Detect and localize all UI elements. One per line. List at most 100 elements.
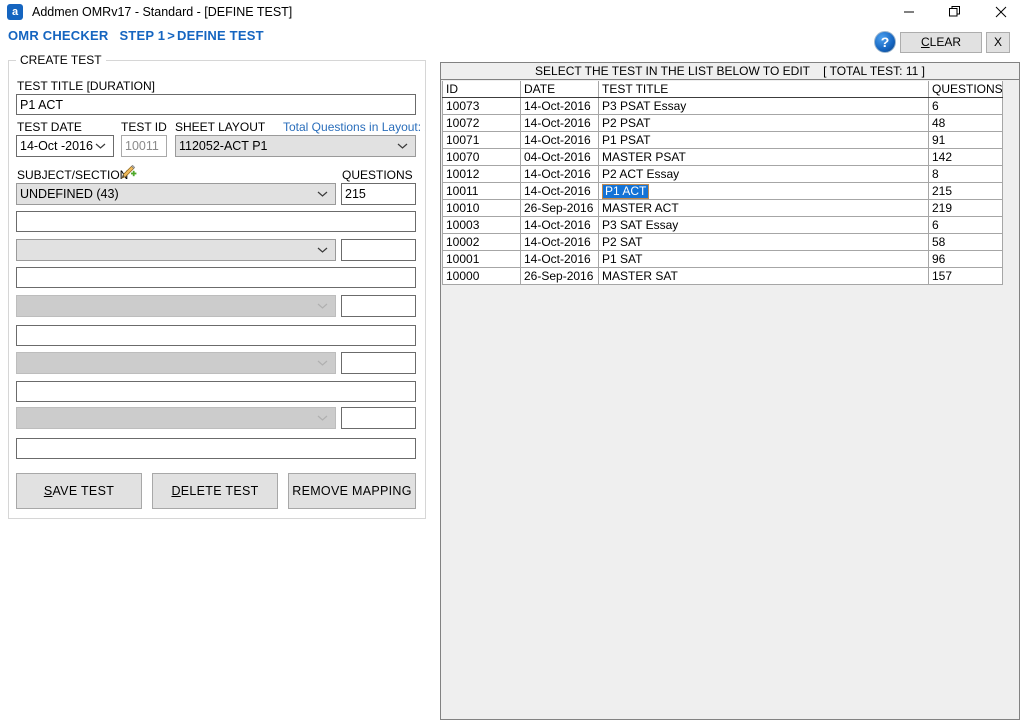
- test-list-table: ID DATE TEST TITLE QUESTIONS 10073 14-Oct…: [442, 81, 1003, 285]
- questions-input-1[interactable]: [341, 183, 416, 205]
- clear-button[interactable]: CLEAR: [900, 32, 982, 53]
- cell-test-title[interactable]: P2 PSAT: [598, 114, 929, 132]
- cell-date[interactable]: 14-Oct-2016: [520, 165, 599, 183]
- cell-questions[interactable]: 6: [928, 216, 1003, 234]
- cell-questions[interactable]: 91: [928, 131, 1003, 149]
- cell-test-title[interactable]: P3 SAT Essay: [598, 216, 929, 234]
- cell-test-title[interactable]: P1 ACT: [598, 182, 929, 200]
- table-row[interactable]: 10003 14-Oct-2016 P3 SAT Essay 6: [442, 216, 1003, 234]
- cell-date[interactable]: 14-Oct-2016: [520, 216, 599, 234]
- questions-input-5[interactable]: [341, 407, 416, 429]
- cell-questions[interactable]: 157: [928, 267, 1003, 285]
- help-icon[interactable]: ?: [874, 31, 896, 53]
- cell-id[interactable]: 10071: [442, 131, 521, 149]
- column-header-id[interactable]: ID: [442, 81, 521, 98]
- test-list-scroll-area[interactable]: ID DATE TEST TITLE QUESTIONS 10073 14-Oct…: [441, 80, 1019, 719]
- cell-id[interactable]: 10073: [442, 97, 521, 115]
- table-row[interactable]: 10070 04-Oct-2016 MASTER PSAT 142: [442, 148, 1003, 166]
- cell-date[interactable]: 26-Sep-2016: [520, 267, 599, 285]
- section-text-input-1[interactable]: [16, 211, 416, 232]
- test-list-panel: SELECT THE TEST IN THE LIST BELOW TO EDI…: [440, 62, 1020, 720]
- column-header-test-title[interactable]: TEST TITLE: [598, 81, 929, 98]
- cell-date[interactable]: 04-Oct-2016: [520, 148, 599, 166]
- table-row[interactable]: 10071 14-Oct-2016 P1 PSAT 91: [442, 131, 1003, 149]
- cell-questions[interactable]: 58: [928, 233, 1003, 251]
- cell-date[interactable]: 14-Oct-2016: [520, 182, 599, 200]
- cell-test-title[interactable]: MASTER ACT: [598, 199, 929, 217]
- sheet-layout-label: SHEET LAYOUT: [175, 120, 266, 134]
- cell-test-title[interactable]: MASTER PSAT: [598, 148, 929, 166]
- cell-id[interactable]: 10002: [442, 233, 521, 251]
- close-button[interactable]: [978, 0, 1024, 24]
- clear-button-mnemonic: C: [920, 35, 930, 49]
- breadcrumb-step1[interactable]: STEP 1: [119, 28, 165, 43]
- cell-questions[interactable]: 142: [928, 148, 1003, 166]
- pencil-add-icon[interactable]: [121, 164, 137, 179]
- cell-test-title[interactable]: P2 ACT Essay: [598, 165, 929, 183]
- window-title-bar: a Addmen OMRv17 - Standard - [DEFINE TES…: [0, 0, 1024, 24]
- cell-id[interactable]: 10011: [442, 182, 521, 200]
- remove-mapping-button[interactable]: REMOVE MAPPING: [288, 473, 416, 509]
- section-text-input-3[interactable]: [16, 325, 416, 346]
- subject-section-dropdown-2[interactable]: [16, 239, 336, 261]
- cell-date[interactable]: 14-Oct-2016: [520, 131, 599, 149]
- column-header-questions[interactable]: QUESTIONS: [928, 81, 1003, 98]
- cell-test-title[interactable]: P2 SAT: [598, 233, 929, 251]
- table-row[interactable]: 10011 14-Oct-2016 P1 ACT 215: [442, 182, 1003, 200]
- chevron-down-icon: [95, 143, 106, 150]
- section-text-input-2[interactable]: [16, 267, 416, 288]
- test-date-dropdown[interactable]: 14-Oct -2016: [16, 135, 114, 157]
- cell-questions[interactable]: 215: [928, 182, 1003, 200]
- save-test-button[interactable]: SAVE TEST: [16, 473, 142, 509]
- subject-section-dropdown-4: [16, 352, 336, 374]
- delete-test-button[interactable]: DELETE TEST: [152, 473, 278, 509]
- cell-questions[interactable]: 219: [928, 199, 1003, 217]
- cell-questions[interactable]: 96: [928, 250, 1003, 268]
- section-text-input-4[interactable]: [16, 381, 416, 402]
- cell-date[interactable]: 14-Oct-2016: [520, 114, 599, 132]
- questions-input-3[interactable]: [341, 295, 416, 317]
- cell-date[interactable]: 14-Oct-2016: [520, 250, 599, 268]
- table-row[interactable]: 10002 14-Oct-2016 P2 SAT 58: [442, 233, 1003, 251]
- cell-questions[interactable]: 6: [928, 97, 1003, 115]
- breadcrumb-omr-checker[interactable]: OMR CHECKER: [8, 28, 108, 43]
- cell-id[interactable]: 10010: [442, 199, 521, 217]
- cell-questions[interactable]: 8: [928, 165, 1003, 183]
- test-id-input: [121, 135, 167, 157]
- table-row[interactable]: 10012 14-Oct-2016 P2 ACT Essay 8: [442, 165, 1003, 183]
- column-header-date[interactable]: DATE: [520, 81, 599, 98]
- cell-id[interactable]: 10003: [442, 216, 521, 234]
- questions-input-4[interactable]: [341, 352, 416, 374]
- table-row[interactable]: 10001 14-Oct-2016 P1 SAT 96: [442, 250, 1003, 268]
- selected-cell-highlight: P1 ACT: [602, 184, 650, 199]
- subject-section-label: SUBJECT/SECTION: [17, 168, 129, 182]
- cell-test-title[interactable]: P3 PSAT Essay: [598, 97, 929, 115]
- table-row[interactable]: 10072 14-Oct-2016 P2 PSAT 48: [442, 114, 1003, 132]
- cell-id[interactable]: 10000: [442, 267, 521, 285]
- table-row[interactable]: 10000 26-Sep-2016 MASTER SAT 157: [442, 267, 1003, 285]
- cell-date[interactable]: 26-Sep-2016: [520, 199, 599, 217]
- questions-input-2[interactable]: [341, 239, 416, 261]
- cell-test-title[interactable]: P1 PSAT: [598, 131, 929, 149]
- cell-id[interactable]: 10012: [442, 165, 521, 183]
- test-title-input[interactable]: [16, 94, 416, 115]
- subject-section-dropdown-1[interactable]: UNDEFINED (43): [16, 183, 336, 205]
- cell-date[interactable]: 14-Oct-2016: [520, 97, 599, 115]
- chevron-down-icon: [317, 247, 328, 254]
- cell-test-title[interactable]: MASTER SAT: [598, 267, 929, 285]
- close-panel-button[interactable]: X: [986, 32, 1010, 53]
- cell-questions[interactable]: 48: [928, 114, 1003, 132]
- cell-date[interactable]: 14-Oct-2016: [520, 233, 599, 251]
- minimize-button[interactable]: [886, 0, 932, 24]
- cell-test-title[interactable]: P1 SAT: [598, 250, 929, 268]
- cell-id[interactable]: 10070: [442, 148, 521, 166]
- cell-id[interactable]: 10072: [442, 114, 521, 132]
- sheet-layout-dropdown[interactable]: 112052-ACT P1: [175, 135, 416, 157]
- maximize-restore-button[interactable]: [932, 0, 978, 24]
- table-row[interactable]: 10010 26-Sep-2016 MASTER ACT 219: [442, 199, 1003, 217]
- table-row[interactable]: 10073 14-Oct-2016 P3 PSAT Essay 6: [442, 97, 1003, 115]
- layout-total-questions-note: Total Questions in Layout: 215: [283, 120, 425, 134]
- test-list-body: 10073 14-Oct-2016 P3 PSAT Essay 6 10072 14-Oc…: [442, 97, 1003, 285]
- section-text-input-5[interactable]: [16, 438, 416, 459]
- cell-id[interactable]: 10001: [442, 250, 521, 268]
